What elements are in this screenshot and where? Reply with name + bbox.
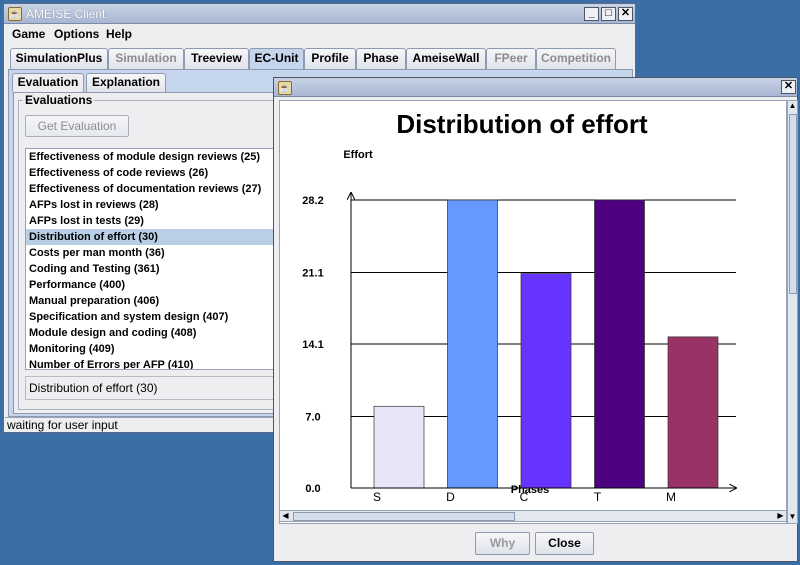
menu-bar: Game Options Help xyxy=(4,24,635,45)
bar xyxy=(373,405,425,489)
main-title-bar[interactable]: ☕ AMEISE Client _ □ ✕ xyxy=(4,4,635,24)
dialog-close-icon[interactable]: ✕ xyxy=(781,80,796,94)
tab-fpeer[interactable]: FPeer xyxy=(486,48,536,69)
java-app-icon: ☕ xyxy=(8,7,22,21)
horizontal-scrollbar[interactable]: ◀ ▶ xyxy=(279,510,787,522)
close-button[interactable]: Close xyxy=(535,532,594,555)
bar xyxy=(594,199,645,489)
java-app-icon: ☕ xyxy=(278,81,292,95)
get-evaluation-button[interactable]: Get Evaluation xyxy=(25,115,129,137)
minimize-button[interactable]: _ xyxy=(584,7,599,21)
tab-phase[interactable]: Phase xyxy=(356,48,406,69)
why-button[interactable]: Why xyxy=(475,532,530,555)
menu-game[interactable]: Game xyxy=(12,27,45,41)
scroll-right-arrow-icon[interactable]: ▶ xyxy=(775,511,786,521)
x-category-label: T xyxy=(594,490,602,504)
tab-simulation[interactable]: Simulation xyxy=(108,48,184,69)
x-category-label: S xyxy=(373,490,381,504)
vertical-scroll-thumb[interactable] xyxy=(789,114,797,294)
y-tick-label: 14.1 xyxy=(302,339,323,351)
chart-area: Distribution of effort Effort Phases 0.0… xyxy=(279,100,787,524)
scroll-up-arrow-icon[interactable]: ▲ xyxy=(788,101,797,112)
menu-help[interactable]: Help xyxy=(106,27,132,41)
scroll-down-arrow-icon[interactable]: ▼ xyxy=(788,512,797,523)
x-category-label: M xyxy=(666,490,676,504)
window-title: AMEISE Client xyxy=(26,7,106,21)
close-window-button[interactable]: ✕ xyxy=(618,7,633,21)
effort-chart: Distribution of effort Effort Phases 0.0… xyxy=(302,109,786,504)
tab-ec-unit[interactable]: EC-Unit xyxy=(249,48,304,70)
chart-title: Distribution of effort xyxy=(396,109,648,139)
bar xyxy=(447,199,498,489)
vertical-scrollbar[interactable]: ▲ ▼ xyxy=(787,100,798,524)
y-tick-label: 0.0 xyxy=(305,483,320,495)
tab-treeview[interactable]: Treeview xyxy=(184,48,249,69)
maximize-button[interactable]: □ xyxy=(601,7,616,21)
tab-competition[interactable]: Competition xyxy=(536,48,616,69)
chart-x-categories: SDCTM xyxy=(373,490,676,504)
menu-options[interactable]: Options xyxy=(54,27,99,41)
chart-dialog: ☕ ✕ Distribution of effort Effort Phases… xyxy=(273,77,798,562)
main-tabs: SimulationPlus Simulation Treeview EC-Un… xyxy=(8,48,635,70)
scroll-left-arrow-icon[interactable]: ◀ xyxy=(280,511,291,521)
bar xyxy=(520,273,572,489)
evaluations-group-label: Evaluations xyxy=(23,93,95,107)
tab-simulationplus[interactable]: SimulationPlus xyxy=(10,48,108,69)
x-category-label: C xyxy=(520,490,529,504)
tab-evaluation[interactable]: Evaluation xyxy=(12,73,84,92)
chart-y-ticks: 0.0 7.0 14.1 21.1 28.2 xyxy=(302,195,323,495)
x-category-label: D xyxy=(446,490,455,504)
tab-profile[interactable]: Profile xyxy=(304,48,356,69)
y-axis-label: Effort xyxy=(343,149,373,161)
horizontal-scroll-thumb[interactable] xyxy=(293,512,515,521)
tab-explanation[interactable]: Explanation xyxy=(86,73,166,92)
y-tick-label: 21.1 xyxy=(302,268,323,280)
dialog-title-bar[interactable]: ☕ ✕ xyxy=(274,78,797,97)
tab-ameisewall[interactable]: AmeiseWall xyxy=(406,48,486,69)
y-tick-label: 7.0 xyxy=(305,412,320,424)
bar xyxy=(667,336,719,489)
y-tick-label: 28.2 xyxy=(302,195,323,207)
